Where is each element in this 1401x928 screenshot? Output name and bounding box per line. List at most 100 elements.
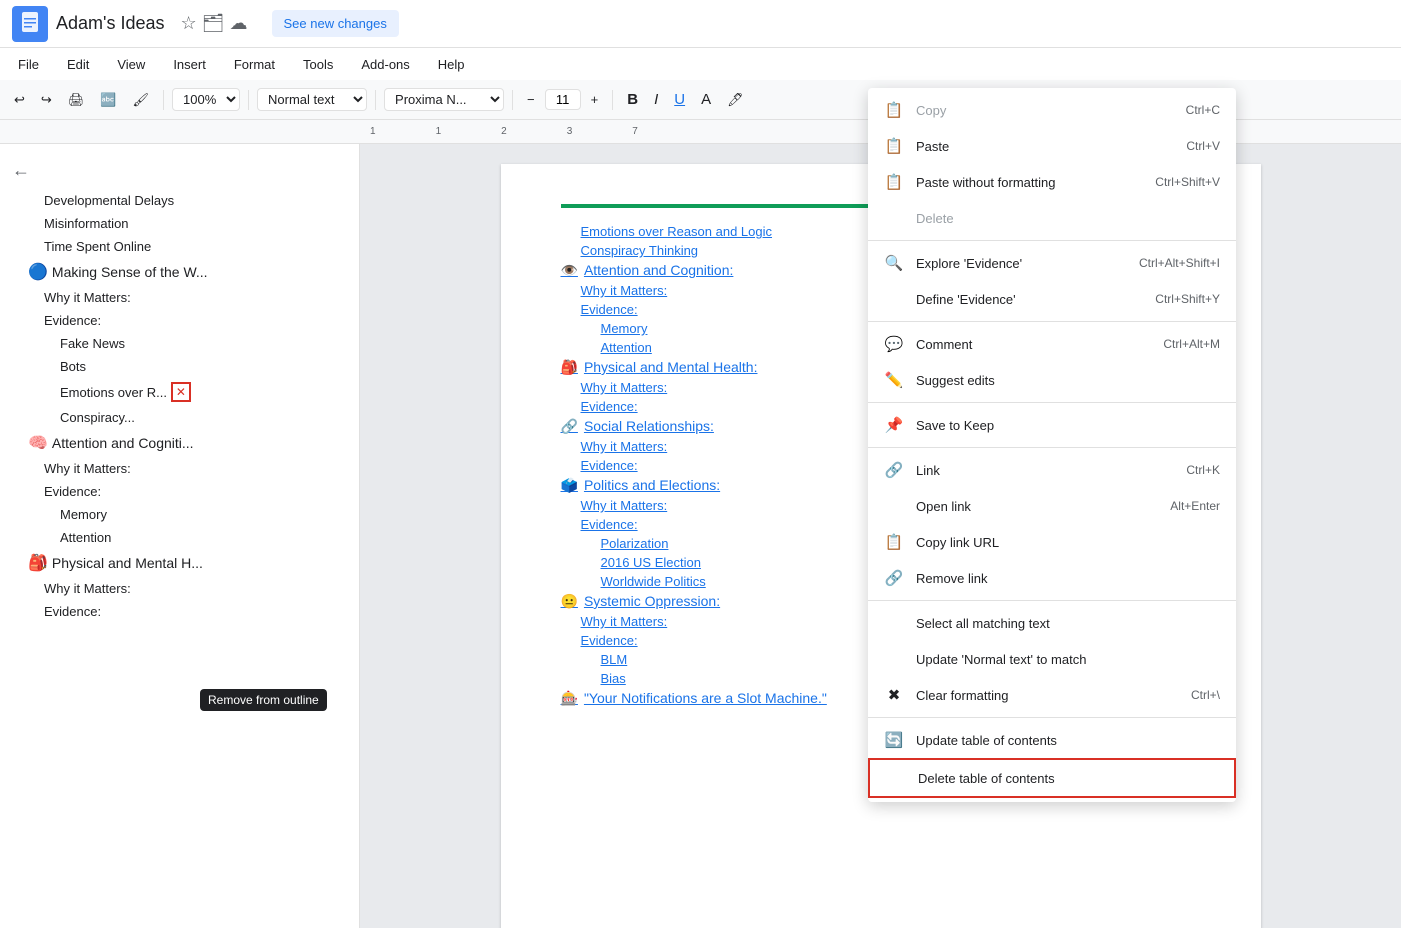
print-button[interactable]: 🖨 <box>62 88 91 112</box>
open-link-icon <box>884 496 904 516</box>
underline-button[interactable]: U <box>668 87 691 112</box>
ctx-explore-shortcut: Ctrl+Alt+Shift+I <box>1139 256 1220 270</box>
sidebar-item-developmental-delays[interactable]: Developmental Delays <box>0 189 359 212</box>
delete-icon <box>884 208 904 228</box>
menu-addons[interactable]: Add-ons <box>355 53 415 76</box>
ctx-copy[interactable]: 📋 Copy Ctrl+C <box>868 92 1236 128</box>
sidebar-item-memory[interactable]: Memory <box>0 503 359 526</box>
paint-format-button[interactable]: 🖌 <box>127 88 156 112</box>
ctx-link[interactable]: 🔗 Link Ctrl+K <box>868 452 1236 488</box>
menu-insert[interactable]: Insert <box>167 53 212 76</box>
ctx-explore[interactable]: 🔍 Explore 'Evidence' Ctrl+Alt+Shift+I <box>868 245 1236 281</box>
ctx-save-keep[interactable]: 📌 Save to Keep <box>868 407 1236 443</box>
ctx-divider-3 <box>868 402 1236 403</box>
making-sense-icon: 🔵 <box>28 262 48 282</box>
sidebar-item-evidence-1[interactable]: Evidence: <box>0 309 359 332</box>
ctx-update-normal[interactable]: Update 'Normal text' to match <box>868 641 1236 677</box>
sidebar-item-emotions[interactable]: Emotions over R... ✕ <box>0 378 359 406</box>
menu-view[interactable]: View <box>111 53 151 76</box>
sidebar-item-label: Why it Matters: <box>44 290 131 305</box>
redo-button[interactable]: ↪ <box>35 88 58 112</box>
ctx-copy-label: Copy <box>916 103 1174 118</box>
font-size-increase[interactable]: + <box>585 88 605 111</box>
sidebar-item-evidence-3[interactable]: Evidence: <box>0 600 359 623</box>
font-size-input[interactable] <box>545 89 581 110</box>
remove-from-outline-button[interactable]: ✕ <box>171 382 191 402</box>
ctx-divider-2 <box>868 321 1236 322</box>
ctx-link-shortcut: Ctrl+K <box>1186 463 1220 477</box>
menu-edit[interactable]: Edit <box>61 53 95 76</box>
ctx-remove-link[interactable]: 🔗 Remove link <box>868 560 1236 596</box>
ctx-delete-toc[interactable]: Delete table of contents <box>868 758 1236 798</box>
sidebar-item-why-matters-3[interactable]: Why it Matters: <box>0 577 359 600</box>
ctx-open-link[interactable]: Open link Alt+Enter <box>868 488 1236 524</box>
sidebar-item-label: Evidence: <box>44 604 101 619</box>
sidebar-item-making-sense[interactable]: 🔵 Making Sense of the W... <box>0 258 359 286</box>
sidebar-item-label: Why it Matters: <box>44 461 131 476</box>
menu-tools[interactable]: Tools <box>297 53 339 76</box>
ctx-open-link-shortcut: Alt+Enter <box>1170 499 1220 513</box>
ctx-copy-link-label: Copy link URL <box>916 535 1220 550</box>
ctx-divider-4 <box>868 447 1236 448</box>
remove-tooltip: Remove from outline <box>200 689 327 711</box>
sidebar-back-button[interactable]: ← <box>0 152 359 189</box>
sidebar-item-attention[interactable]: Attention <box>0 526 359 549</box>
menu-help[interactable]: Help <box>432 53 471 76</box>
sidebar-item-why-matters-1[interactable]: Why it Matters: <box>0 286 359 309</box>
font-select[interactable]: Proxima N... <box>384 88 504 111</box>
sidebar-item-conspiracy[interactable]: Conspiracy... <box>0 406 359 429</box>
style-select[interactable]: Normal text <box>257 88 367 111</box>
keep-icon: 📌 <box>884 415 904 435</box>
sidebar-item-physical-mental[interactable]: 🎒 Physical and Mental H... <box>0 549 359 577</box>
ctx-comment-shortcut: Ctrl+Alt+M <box>1163 337 1220 351</box>
sidebar-item-fake-news[interactable]: Fake News <box>0 332 359 355</box>
sidebar-item-label: Conspiracy... <box>60 410 135 425</box>
bold-button[interactable]: B <box>621 87 644 112</box>
ctx-delete: Delete <box>868 200 1236 236</box>
ctx-select-match[interactable]: Select all matching text <box>868 605 1236 641</box>
menu-file[interactable]: File <box>12 53 45 76</box>
highlight-button[interactable]: 🖊 <box>721 88 750 112</box>
menu-format[interactable]: Format <box>228 53 281 76</box>
ctx-suggest[interactable]: ✏️ Suggest edits <box>868 362 1236 398</box>
ctx-paste-no-format[interactable]: 📋 Paste without formatting Ctrl+Shift+V <box>868 164 1236 200</box>
top-bar: Adam's Ideas ☆ 🗂 ☁ See new changes <box>0 0 1401 48</box>
ctx-paste[interactable]: 📋 Paste Ctrl+V <box>868 128 1236 164</box>
sidebar-item-misinformation[interactable]: Misinformation <box>0 212 359 235</box>
sidebar-item-label: Attention and Cogniti... <box>52 435 194 451</box>
toc-icon-slot: 🎰 <box>561 690 578 706</box>
ctx-comment-label: Comment <box>916 337 1151 352</box>
sidebar-item-evidence-2[interactable]: Evidence: <box>0 480 359 503</box>
sidebar-item-time-spent[interactable]: Time Spent Online <box>0 235 359 258</box>
link-icon: 🔗 <box>884 460 904 480</box>
zoom-select[interactable]: 100% <box>172 88 240 111</box>
ctx-define[interactable]: Define 'Evidence' Ctrl+Shift+Y <box>868 281 1236 317</box>
menu-bar: File Edit View Insert Format Tools Add-o… <box>0 48 1401 80</box>
context-menu-scroll: 📋 Copy Ctrl+C 📋 Paste Ctrl+V 📋 Paste wit… <box>868 92 1236 798</box>
suggest-icon: ✏️ <box>884 370 904 390</box>
italic-button[interactable]: I <box>648 87 664 112</box>
ruler-mark: 2 <box>501 126 507 137</box>
sidebar-item-why-matters-2[interactable]: Why it Matters: <box>0 457 359 480</box>
undo-button[interactable]: ↩ <box>8 88 31 112</box>
ctx-delete-label: Delete <box>916 211 1220 226</box>
sidebar-item-label: Fake News <box>60 336 125 351</box>
attention-icon: 🧠 <box>28 433 48 453</box>
ctx-clear-format-shortcut: Ctrl+\ <box>1191 688 1220 702</box>
spell-check-button[interactable]: 🔤 <box>94 88 122 112</box>
text-color-button[interactable]: A <box>695 87 717 112</box>
ctx-comment[interactable]: 💬 Comment Ctrl+Alt+M <box>868 326 1236 362</box>
toc-icon-social: 🔗 <box>561 418 578 434</box>
sidebar-item-bots[interactable]: Bots <box>0 355 359 378</box>
font-size-decrease[interactable]: − <box>521 88 541 111</box>
ctx-copy-link[interactable]: 📋 Copy link URL <box>868 524 1236 560</box>
sidebar-item-attention-cognition[interactable]: 🧠 Attention and Cogniti... <box>0 429 359 457</box>
ctx-update-normal-label: Update 'Normal text' to match <box>916 652 1220 667</box>
title-icons: ☆ 🗂 ☁ <box>181 13 248 34</box>
ctx-divider-1 <box>868 240 1236 241</box>
sidebar: ← Developmental Delays Misinformation Ti… <box>0 144 360 928</box>
toolbar-divider-3 <box>375 90 376 110</box>
ctx-update-toc[interactable]: 🔄 Update table of contents <box>868 722 1236 758</box>
see-new-changes-button[interactable]: See new changes <box>272 10 399 37</box>
ctx-clear-format[interactable]: ✖ Clear formatting Ctrl+\ <box>868 677 1236 713</box>
